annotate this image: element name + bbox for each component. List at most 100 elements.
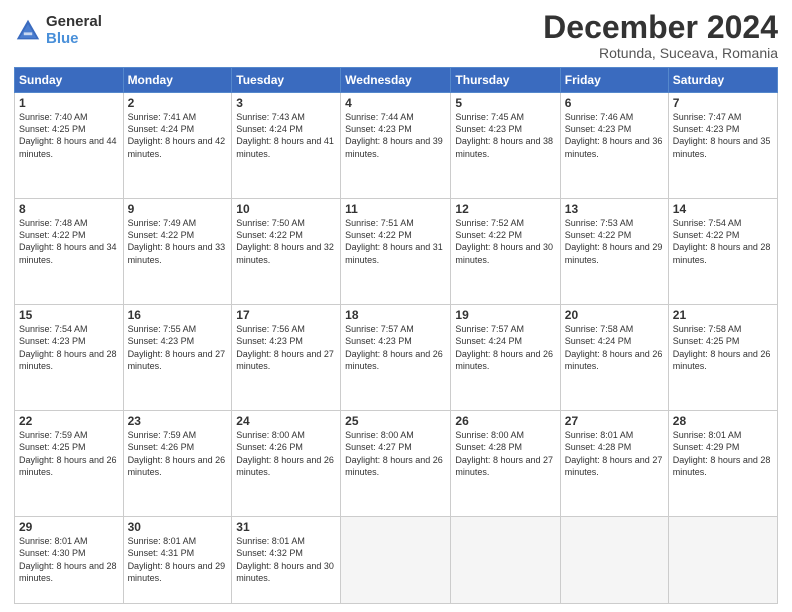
day-info: Sunrise: 8:01 AMSunset: 4:30 PMDaylight:… (19, 535, 119, 584)
col-saturday: Saturday (668, 68, 777, 93)
day-info: Sunrise: 7:46 AMSunset: 4:23 PMDaylight:… (565, 111, 664, 160)
col-tuesday: Tuesday (232, 68, 341, 93)
table-row: 24Sunrise: 8:00 AMSunset: 4:26 PMDayligh… (232, 411, 341, 517)
day-number: 29 (19, 520, 119, 534)
day-number: 22 (19, 414, 119, 428)
day-info: Sunrise: 7:57 AMSunset: 4:23 PMDaylight:… (345, 323, 446, 372)
table-row: 21Sunrise: 7:58 AMSunset: 4:25 PMDayligh… (668, 305, 777, 411)
table-row: 17Sunrise: 7:56 AMSunset: 4:23 PMDayligh… (232, 305, 341, 411)
day-number: 28 (673, 414, 773, 428)
table-row: 4Sunrise: 7:44 AMSunset: 4:23 PMDaylight… (341, 93, 451, 199)
table-row: 27Sunrise: 8:01 AMSunset: 4:28 PMDayligh… (560, 411, 668, 517)
logo-text: General Blue (46, 14, 102, 47)
day-info: Sunrise: 7:43 AMSunset: 4:24 PMDaylight:… (236, 111, 336, 160)
month-title: December 2024 (543, 10, 778, 45)
day-info: Sunrise: 8:00 AMSunset: 4:28 PMDaylight:… (455, 429, 555, 478)
table-row: 16Sunrise: 7:55 AMSunset: 4:23 PMDayligh… (123, 305, 232, 411)
table-row: 19Sunrise: 7:57 AMSunset: 4:24 PMDayligh… (451, 305, 560, 411)
day-number: 4 (345, 96, 446, 110)
table-row: 30Sunrise: 8:01 AMSunset: 4:31 PMDayligh… (123, 517, 232, 604)
day-number: 14 (673, 202, 773, 216)
day-number: 30 (128, 520, 228, 534)
table-row: 9Sunrise: 7:49 AMSunset: 4:22 PMDaylight… (123, 199, 232, 305)
day-info: Sunrise: 7:59 AMSunset: 4:26 PMDaylight:… (128, 429, 228, 478)
col-friday: Friday (560, 68, 668, 93)
table-row: 22Sunrise: 7:59 AMSunset: 4:25 PMDayligh… (15, 411, 124, 517)
top-section: General Blue December 2024 Rotunda, Suce… (14, 10, 778, 61)
day-number: 27 (565, 414, 664, 428)
day-info: Sunrise: 7:45 AMSunset: 4:23 PMDaylight:… (455, 111, 555, 160)
table-row: 5Sunrise: 7:45 AMSunset: 4:23 PMDaylight… (451, 93, 560, 199)
day-number: 19 (455, 308, 555, 322)
table-row: 13Sunrise: 7:53 AMSunset: 4:22 PMDayligh… (560, 199, 668, 305)
day-info: Sunrise: 7:55 AMSunset: 4:23 PMDaylight:… (128, 323, 228, 372)
day-number: 12 (455, 202, 555, 216)
day-info: Sunrise: 7:58 AMSunset: 4:25 PMDaylight:… (673, 323, 773, 372)
logo: General Blue (14, 14, 102, 47)
day-info: Sunrise: 7:52 AMSunset: 4:22 PMDaylight:… (455, 217, 555, 266)
day-info: Sunrise: 8:00 AMSunset: 4:26 PMDaylight:… (236, 429, 336, 478)
day-number: 1 (19, 96, 119, 110)
table-row: 20Sunrise: 7:58 AMSunset: 4:24 PMDayligh… (560, 305, 668, 411)
col-monday: Monday (123, 68, 232, 93)
day-number: 15 (19, 308, 119, 322)
day-number: 11 (345, 202, 446, 216)
col-wednesday: Wednesday (341, 68, 451, 93)
day-info: Sunrise: 7:47 AMSunset: 4:23 PMDaylight:… (673, 111, 773, 160)
day-info: Sunrise: 7:53 AMSunset: 4:22 PMDaylight:… (565, 217, 664, 266)
day-info: Sunrise: 7:50 AMSunset: 4:22 PMDaylight:… (236, 217, 336, 266)
day-info: Sunrise: 7:54 AMSunset: 4:22 PMDaylight:… (673, 217, 773, 266)
day-number: 16 (128, 308, 228, 322)
col-thursday: Thursday (451, 68, 560, 93)
day-number: 20 (565, 308, 664, 322)
table-row: 2Sunrise: 7:41 AMSunset: 4:24 PMDaylight… (123, 93, 232, 199)
table-row: 7Sunrise: 7:47 AMSunset: 4:23 PMDaylight… (668, 93, 777, 199)
header-row: Sunday Monday Tuesday Wednesday Thursday… (15, 68, 778, 93)
table-row (451, 517, 560, 604)
day-info: Sunrise: 8:00 AMSunset: 4:27 PMDaylight:… (345, 429, 446, 478)
table-row: 29Sunrise: 8:01 AMSunset: 4:30 PMDayligh… (15, 517, 124, 604)
table-row: 26Sunrise: 8:00 AMSunset: 4:28 PMDayligh… (451, 411, 560, 517)
day-number: 24 (236, 414, 336, 428)
day-number: 6 (565, 96, 664, 110)
day-number: 23 (128, 414, 228, 428)
day-info: Sunrise: 7:57 AMSunset: 4:24 PMDaylight:… (455, 323, 555, 372)
table-row: 25Sunrise: 8:00 AMSunset: 4:27 PMDayligh… (341, 411, 451, 517)
table-row: 1Sunrise: 7:40 AMSunset: 4:25 PMDaylight… (15, 93, 124, 199)
day-info: Sunrise: 7:40 AMSunset: 4:25 PMDaylight:… (19, 111, 119, 160)
day-number: 31 (236, 520, 336, 534)
day-info: Sunrise: 7:51 AMSunset: 4:22 PMDaylight:… (345, 217, 446, 266)
day-number: 18 (345, 308, 446, 322)
table-row (341, 517, 451, 604)
day-number: 5 (455, 96, 555, 110)
day-info: Sunrise: 7:48 AMSunset: 4:22 PMDaylight:… (19, 217, 119, 266)
day-info: Sunrise: 8:01 AMSunset: 4:32 PMDaylight:… (236, 535, 336, 584)
day-number: 2 (128, 96, 228, 110)
day-info: Sunrise: 7:41 AMSunset: 4:24 PMDaylight:… (128, 111, 228, 160)
table-row: 15Sunrise: 7:54 AMSunset: 4:23 PMDayligh… (15, 305, 124, 411)
table-row: 8Sunrise: 7:48 AMSunset: 4:22 PMDaylight… (15, 199, 124, 305)
col-sunday: Sunday (15, 68, 124, 93)
table-row: 11Sunrise: 7:51 AMSunset: 4:22 PMDayligh… (341, 199, 451, 305)
logo-blue: Blue (46, 31, 102, 48)
logo-icon (14, 17, 42, 45)
table-row: 14Sunrise: 7:54 AMSunset: 4:22 PMDayligh… (668, 199, 777, 305)
day-number: 7 (673, 96, 773, 110)
table-row: 28Sunrise: 8:01 AMSunset: 4:29 PMDayligh… (668, 411, 777, 517)
table-row: 3Sunrise: 7:43 AMSunset: 4:24 PMDaylight… (232, 93, 341, 199)
calendar-table: Sunday Monday Tuesday Wednesday Thursday… (14, 67, 778, 604)
day-info: Sunrise: 7:44 AMSunset: 4:23 PMDaylight:… (345, 111, 446, 160)
table-row: 18Sunrise: 7:57 AMSunset: 4:23 PMDayligh… (341, 305, 451, 411)
location: Rotunda, Suceava, Romania (543, 45, 778, 61)
day-number: 9 (128, 202, 228, 216)
day-info: Sunrise: 8:01 AMSunset: 4:28 PMDaylight:… (565, 429, 664, 478)
day-number: 10 (236, 202, 336, 216)
header-right: December 2024 Rotunda, Suceava, Romania (543, 10, 778, 61)
day-number: 3 (236, 96, 336, 110)
day-info: Sunrise: 7:59 AMSunset: 4:25 PMDaylight:… (19, 429, 119, 478)
page: General Blue December 2024 Rotunda, Suce… (0, 0, 792, 612)
logo-general: General (46, 14, 102, 31)
table-row (668, 517, 777, 604)
day-info: Sunrise: 8:01 AMSunset: 4:31 PMDaylight:… (128, 535, 228, 584)
table-row: 23Sunrise: 7:59 AMSunset: 4:26 PMDayligh… (123, 411, 232, 517)
